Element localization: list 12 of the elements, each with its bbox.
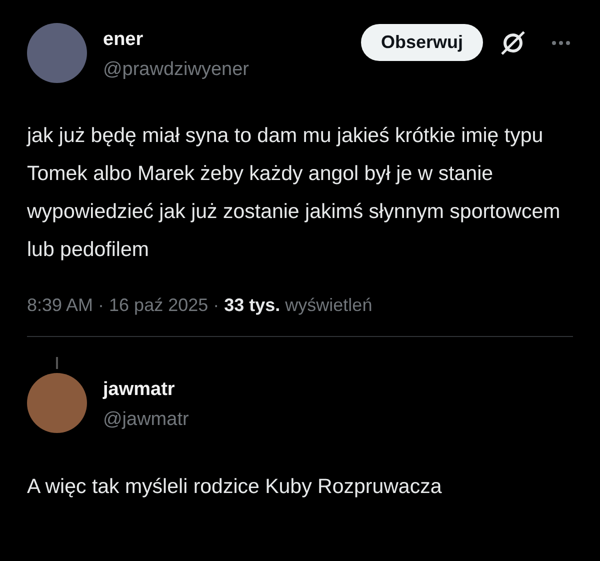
post-text: jak już będę miał syna to dam mu jakieś krótkie imię typu Tomek albo Marek żeby każdy angol był je w stanie wypowiedzieć jak już zostanie jakimś słynnym sportowcem lub pedofilem (27, 123, 562, 263)
slashed-circle-icon[interactable] (499, 28, 527, 56)
view-count: 33 tys. (224, 295, 280, 316)
post-meta-text: wyświetleń (285, 295, 372, 316)
author-name: ener (103, 29, 144, 51)
author-handle: @jawmatr (103, 409, 190, 431)
post-meta-text: 8:39 AM · 16 paź 2025 · (27, 295, 220, 316)
thread-line (56, 357, 58, 369)
author-handle: @prawdziwyener (103, 59, 250, 81)
author-name: jawmatr (103, 379, 176, 401)
follow-button[interactable]: Obserwuj (360, 24, 483, 61)
reply-text: A więc tak myśleli rodzice Kuby Rozpruwacza (27, 475, 443, 499)
